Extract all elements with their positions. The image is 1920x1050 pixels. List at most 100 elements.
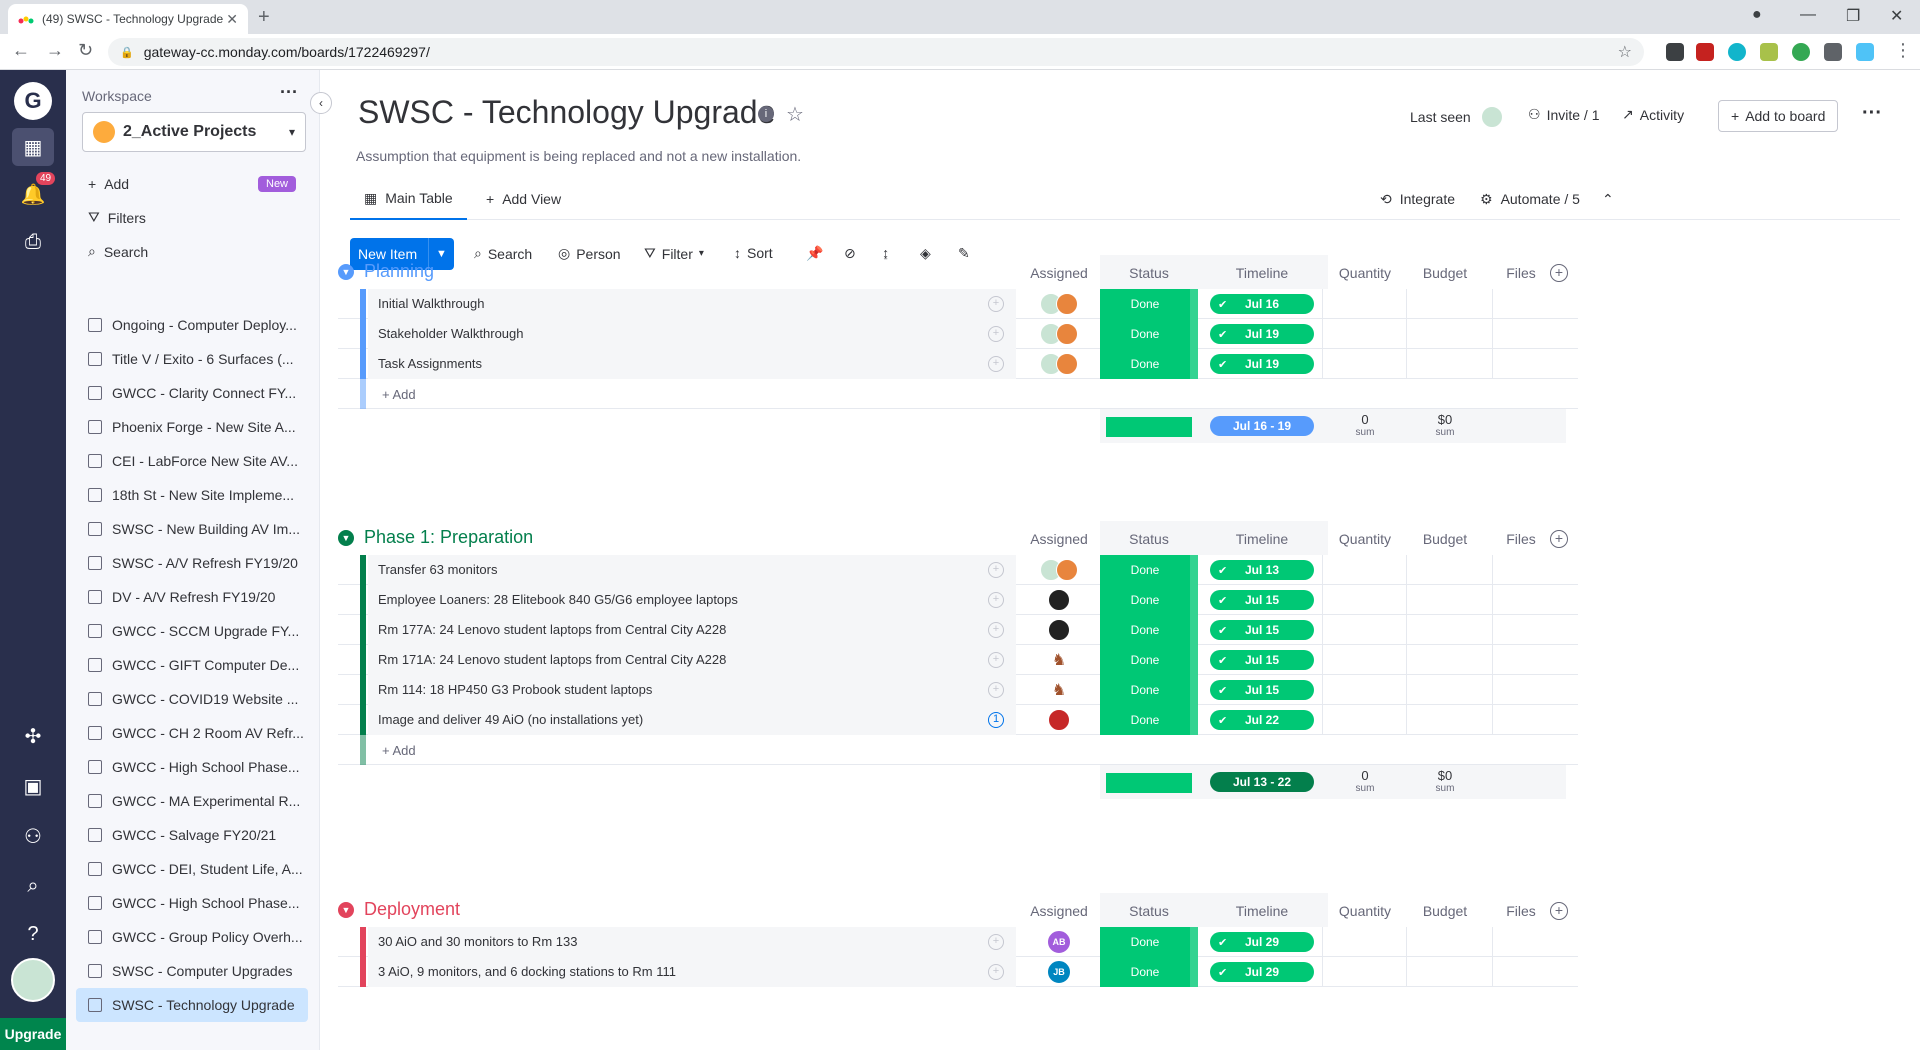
- item-name[interactable]: Task Assignments: [368, 349, 1016, 379]
- apps-puzzle-icon[interactable]: ✣: [17, 720, 49, 752]
- files-cell[interactable]: [1492, 957, 1568, 987]
- item-name[interactable]: Rm 177A: 24 Lenovo student laptops from …: [368, 615, 1016, 645]
- search-icon[interactable]: ⌕: [17, 870, 49, 902]
- item-updates-icon[interactable]: 1: [988, 712, 1004, 728]
- quantity-cell[interactable]: [1322, 927, 1406, 957]
- files-cell[interactable]: [1492, 645, 1568, 675]
- budget-cell[interactable]: [1406, 289, 1492, 319]
- table-row[interactable]: Initial Walkthrough + Done ✔ Jul 16: [338, 289, 1578, 319]
- files-cell[interactable]: [1492, 705, 1568, 735]
- files-cell[interactable]: [1492, 319, 1568, 349]
- timeline-cell[interactable]: ✔ Jul 19: [1210, 324, 1314, 344]
- timeline-cell[interactable]: ✔ Jul 22: [1210, 710, 1314, 730]
- user-avatar[interactable]: [11, 958, 55, 1002]
- status-cell[interactable]: Done: [1100, 705, 1190, 735]
- assignee-avatar[interactable]: ♞: [1048, 649, 1070, 671]
- add-update-icon[interactable]: +: [988, 682, 1004, 698]
- minimize-icon[interactable]: —: [1800, 6, 1816, 24]
- add-update-icon[interactable]: +: [988, 562, 1004, 578]
- assignee-avatar[interactable]: [1056, 353, 1078, 375]
- table-row[interactable]: Rm 177A: 24 Lenovo student laptops from …: [338, 615, 1578, 645]
- add-update-icon[interactable]: +: [988, 356, 1004, 372]
- item-name[interactable]: Rm 171A: 24 Lenovo student laptops from …: [368, 645, 1016, 675]
- assigned-cell[interactable]: [1020, 349, 1098, 379]
- budget-cell[interactable]: [1406, 349, 1492, 379]
- add-column-icon[interactable]: +: [1550, 264, 1568, 282]
- files-cell[interactable]: [1492, 555, 1568, 585]
- assigned-cell[interactable]: [1020, 319, 1098, 349]
- sidebar-board-item[interactable]: SWSC - Technology Upgrade: [76, 988, 308, 1022]
- workspaces-grid-icon[interactable]: ▦: [12, 128, 54, 166]
- table-row[interactable]: 3 AiO, 9 monitors, and 6 docking station…: [338, 957, 1578, 987]
- app-logo-icon[interactable]: G: [14, 82, 52, 120]
- status-cell[interactable]: Done: [1100, 957, 1190, 987]
- tab-main-table[interactable]: ▦ Main Table: [350, 178, 467, 220]
- item-name[interactable]: 3 AiO, 9 monitors, and 6 docking station…: [368, 957, 1016, 987]
- column-header-quantity[interactable]: Quantity: [1330, 903, 1400, 919]
- browser-menu-icon[interactable]: ⋮: [1894, 40, 1912, 61]
- sidebar-board-item[interactable]: GWCC - High School Phase...: [76, 886, 308, 920]
- quantity-cell[interactable]: [1322, 675, 1406, 705]
- sidebar-board-item[interactable]: GWCC - DEI, Student Life, A...: [76, 852, 308, 886]
- profile-icon[interactable]: ●: [1752, 6, 1762, 24]
- item-name[interactable]: Transfer 63 monitors: [368, 555, 1016, 585]
- activity-button[interactable]: ↗ Activity: [1622, 106, 1684, 123]
- assigned-cell[interactable]: [1020, 615, 1098, 645]
- quantity-cell[interactable]: [1322, 645, 1406, 675]
- item-name[interactable]: Image and deliver 49 AiO (no installatio…: [368, 705, 1016, 735]
- column-header-assigned[interactable]: Assigned: [1020, 265, 1098, 281]
- column-header-timeline[interactable]: Timeline: [1210, 531, 1314, 547]
- search-action[interactable]: ⌕ Search: [88, 243, 148, 260]
- column-header-quantity[interactable]: Quantity: [1330, 265, 1400, 281]
- timeline-cell[interactable]: ✔ Jul 13: [1210, 560, 1314, 580]
- files-cell[interactable]: [1492, 349, 1568, 379]
- add-update-icon[interactable]: +: [988, 652, 1004, 668]
- sidebar-board-item[interactable]: GWCC - CH 2 Room AV Refr...: [76, 716, 308, 750]
- new-tab-icon[interactable]: +: [258, 6, 270, 29]
- status-cell[interactable]: Done: [1100, 585, 1190, 615]
- back-icon[interactable]: ←: [12, 40, 30, 61]
- reload-icon[interactable]: ↻: [78, 40, 93, 61]
- sidebar-board-item[interactable]: SWSC - A/V Refresh FY19/20: [76, 546, 308, 580]
- add-view-button[interactable]: + Add View: [486, 178, 561, 220]
- quantity-cell[interactable]: [1322, 319, 1406, 349]
- item-name[interactable]: Initial Walkthrough: [368, 289, 1016, 319]
- assignee-avatar[interactable]: [1048, 619, 1070, 641]
- timeline-cell[interactable]: ✔ Jul 29: [1210, 962, 1314, 982]
- workspace-selector[interactable]: 2_Active Projects ▾: [82, 112, 306, 152]
- files-cell[interactable]: [1492, 615, 1568, 645]
- filters-action[interactable]: ⛛ Filters: [88, 209, 146, 226]
- table-row[interactable]: 30 AiO and 30 monitors to Rm 133 + AB Done ✔…: [338, 927, 1578, 957]
- bookmark-star-icon[interactable]: ☆: [1618, 42, 1632, 62]
- close-window-icon[interactable]: ✕: [1890, 6, 1903, 26]
- group-collapse-icon[interactable]: ▼: [338, 530, 354, 546]
- quantity-cell[interactable]: [1322, 289, 1406, 319]
- budget-cell[interactable]: [1406, 675, 1492, 705]
- budget-cell[interactable]: [1406, 585, 1492, 615]
- table-row[interactable]: Rm 114: 18 HP450 G3 Probook student lapt…: [338, 675, 1578, 705]
- budget-cell[interactable]: [1406, 705, 1492, 735]
- column-header-timeline[interactable]: Timeline: [1210, 265, 1314, 281]
- sidebar-board-item[interactable]: DV - A/V Refresh FY19/20: [76, 580, 308, 614]
- add-update-icon[interactable]: +: [988, 622, 1004, 638]
- add-column-icon[interactable]: +: [1550, 530, 1568, 548]
- column-header-status[interactable]: Status: [1100, 265, 1198, 281]
- column-header-assigned[interactable]: Assigned: [1020, 903, 1098, 919]
- column-header-budget[interactable]: Budget: [1410, 903, 1480, 919]
- quantity-cell[interactable]: [1322, 555, 1406, 585]
- table-row[interactable]: Rm 171A: 24 Lenovo student laptops from …: [338, 645, 1578, 675]
- timeline-cell[interactable]: ✔ Jul 15: [1210, 650, 1314, 670]
- table-row[interactable]: Image and deliver 49 AiO (no installatio…: [338, 705, 1578, 735]
- assignee-avatar[interactable]: [1056, 559, 1078, 581]
- column-header-quantity[interactable]: Quantity: [1330, 531, 1400, 547]
- extension-icon[interactable]: [1760, 43, 1778, 61]
- add-item-row[interactable]: + Add: [338, 379, 1578, 409]
- more-options-icon[interactable]: ···: [1862, 102, 1882, 125]
- upgrade-button[interactable]: Upgrade: [0, 1018, 66, 1050]
- inbox-icon[interactable]: ⎙: [17, 226, 49, 258]
- add-item-row[interactable]: + Add: [338, 735, 1578, 765]
- my-work-calendar-icon[interactable]: ▣: [17, 770, 49, 802]
- timeline-cell[interactable]: ✔ Jul 15: [1210, 680, 1314, 700]
- column-header-budget[interactable]: Budget: [1410, 531, 1480, 547]
- assigned-cell[interactable]: [1020, 555, 1098, 585]
